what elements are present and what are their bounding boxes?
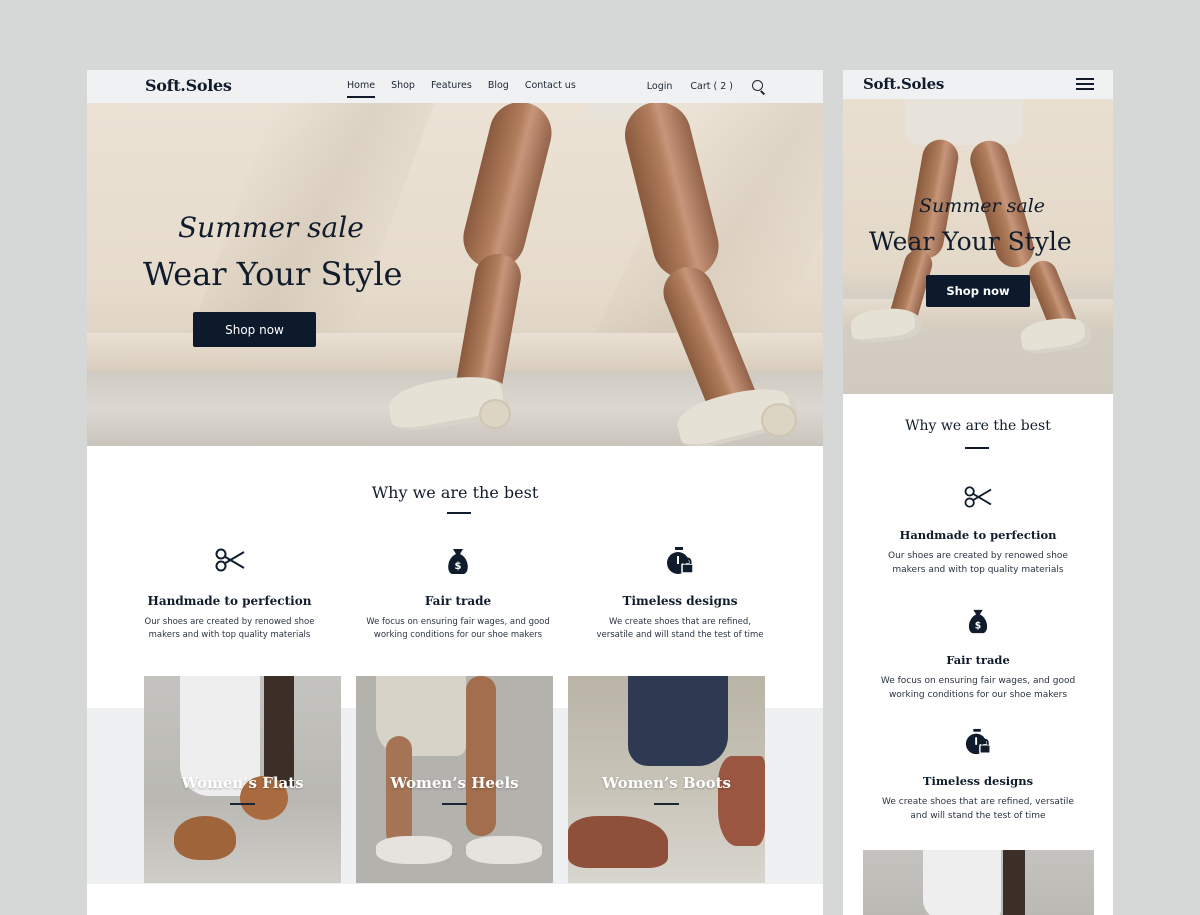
category-label: Women’s Flats [181,774,304,792]
category-label: Women’s Heels [390,774,519,792]
hero-title: Wear Your Style [143,255,403,293]
feature-desc-line: makers and with top quality materials [892,564,1064,575]
svg-text:$: $ [975,620,981,631]
hero-banner: Summer sale Wear Your Style Shop now [87,103,823,446]
category-image-leg [466,676,496,836]
nav-link-features[interactable]: Features [431,70,472,103]
feature-desc-line: Our shoes are created by renowed shoe [888,551,1068,561]
shop-now-button[interactable]: Shop now [193,312,316,347]
category-image-sandal [376,836,452,864]
mobile-hero-banner: Summer sale Wear Your Style Shop now [843,99,1113,394]
section-divider [965,447,989,449]
feature-desc-line: We focus on ensuring fair wages, and goo… [880,676,1076,686]
category-card-flats[interactable] [863,850,1094,915]
feature-title: Timeless designs [922,774,1034,788]
feature-desc: Our shoes are created by renowed shoe ma… [853,550,1103,578]
hero-image-heel [479,399,511,429]
feature-desc-line: makers and with top quality materials [148,630,311,641]
brand-logo[interactable]: Soft.Soles [863,75,944,93]
nav-links: Home Shop Features Blog Contact us [347,70,592,103]
money-bag-icon: $ [448,549,468,574]
category-image-chair [264,676,294,786]
brand-logo[interactable]: Soft.Soles [145,76,232,95]
feature-desc-line: We focus on ensuring fair wages, and goo… [366,617,550,627]
category-card-heels[interactable]: Women’s Heels [356,676,553,883]
hero-image-leg [456,103,559,276]
hamburger-menu-icon[interactable] [1076,78,1094,91]
feature-fair-trade: $ Fair trade We focus on ensuring fair w… [853,607,1103,703]
category-image-chair [1003,850,1025,915]
category-image-sandal [174,816,236,860]
hero-image-shorts [905,99,1023,145]
category-image-boot [568,816,668,868]
nav-link-blog[interactable]: Blog [488,70,509,103]
feature-desc: We focus on ensuring fair wages, and goo… [353,616,563,642]
mobile-frame: Soft.Soles Summer sale Wear Your Style S… [843,70,1113,915]
feature-desc-line: working conditions for our shoe makers [373,630,543,641]
feature-desc: Our shoes are created by renowed shoe ma… [127,616,332,642]
hero-subtitle: Summer sale [919,195,1046,217]
category-image-sandal [466,836,542,864]
category-image-jeans [628,676,728,766]
stopwatch-lock-icon [667,547,694,574]
search-icon[interactable] [751,79,767,95]
hero-subtitle: Summer sale [178,211,364,244]
hero-title: Wear Your Style [869,227,1072,256]
category-image-pants [923,850,1001,915]
feature-desc-line: versatile and will stand the test of tim… [596,630,764,641]
cart-link[interactable]: Cart ( 2 ) [690,81,733,92]
feature-desc-line: working conditions for our shoe makers [888,689,1068,700]
mobile-top-nav: Soft.Soles [843,70,1113,99]
section-divider [447,512,471,514]
feature-fair-trade: $ Fair trade We focus on ensuring fair w… [353,546,563,642]
feature-desc: We create shoes that are refined, versat… [577,616,783,642]
feature-timeless: Timeless designs We create shoes that ar… [577,546,783,642]
feature-title: Fair trade [424,594,492,608]
section-title: Why we are the best [905,418,1051,434]
category-divider [654,803,679,805]
stopwatch-lock-icon [965,728,991,755]
svg-text:$: $ [455,561,462,572]
category-label: Women’s Boots [602,774,731,792]
section-title: Why we are the best [371,483,539,502]
hero-image-heel [761,403,797,437]
nav-actions: Login Cart ( 2 ) [647,70,767,103]
feature-title: Handmade to perfection [147,594,312,608]
feature-desc: We focus on ensuring fair wages, and goo… [853,675,1103,703]
money-bag-icon: $ [968,609,988,634]
feature-title: Fair trade [946,653,1010,667]
feature-desc: We create shoes that are refined, versat… [853,796,1103,824]
category-image-boot [718,756,765,846]
feature-desc-line: We create shoes that are refined, versat… [882,797,1074,807]
desktop-frame: Soft.Soles Home Shop Features Blog Conta… [87,70,823,915]
feature-title: Handmade to perfection [899,528,1057,542]
feature-title: Timeless designs [622,594,738,608]
nav-link-contact[interactable]: Contact us [525,70,576,103]
feature-timeless: Timeless designs We create shoes that ar… [853,728,1103,824]
category-divider [442,803,467,805]
category-card-boots[interactable]: Women’s Boots [568,676,765,883]
feature-handmade: Handmade to perfection Our shoes are cre… [853,484,1103,578]
category-divider [230,803,255,805]
feature-desc-line: Our shoes are created by renowed shoe [144,617,315,627]
login-link[interactable]: Login [647,81,673,92]
nav-link-home[interactable]: Home [347,70,376,103]
feature-handmade: Handmade to perfection Our shoes are cre… [127,546,332,642]
shop-now-button[interactable]: Shop now [926,275,1030,307]
feature-desc-line: and will stand the test of time [910,810,1046,821]
nav-link-shop[interactable]: Shop [391,70,415,103]
scissors-icon [215,548,245,572]
category-card-flats[interactable]: Women’s Flats [144,676,341,883]
feature-desc-line: We create shoes that are refined, [609,617,751,627]
top-nav: Soft.Soles Home Shop Features Blog Conta… [87,70,823,103]
scissors-icon [964,486,992,508]
